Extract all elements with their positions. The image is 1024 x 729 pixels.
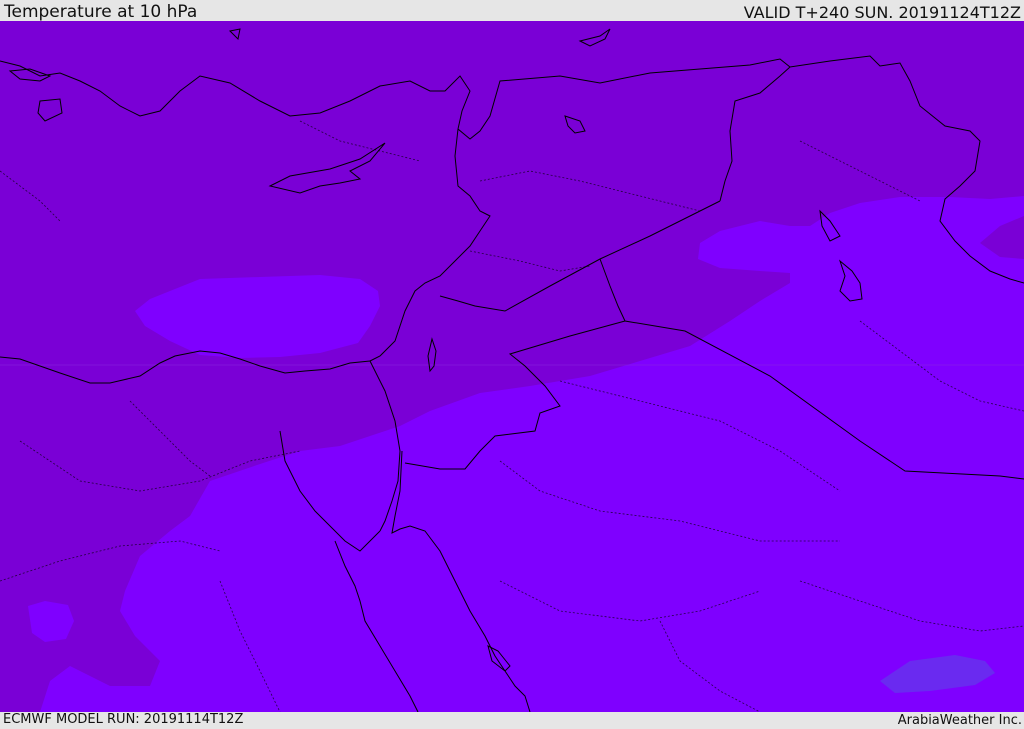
header-bar: Temperature at 10 hPa VALID T+240 SUN. 2…	[0, 0, 1024, 22]
brand-label: ArabiaWeather Inc.	[897, 713, 1022, 728]
valid-time: VALID T+240 SUN. 20191124T12Z	[743, 3, 1021, 22]
weather-map[interactable]	[0, 21, 1024, 712]
map-title: Temperature at 10 hPa	[4, 2, 198, 22]
map-canvas	[0, 21, 1024, 712]
model-run-label: ECMWF MODEL RUN: 20191114T12Z	[3, 712, 244, 727]
footer-bar: ECMWF MODEL RUN: 20191114T12Z ArabiaWeat…	[0, 712, 1024, 729]
